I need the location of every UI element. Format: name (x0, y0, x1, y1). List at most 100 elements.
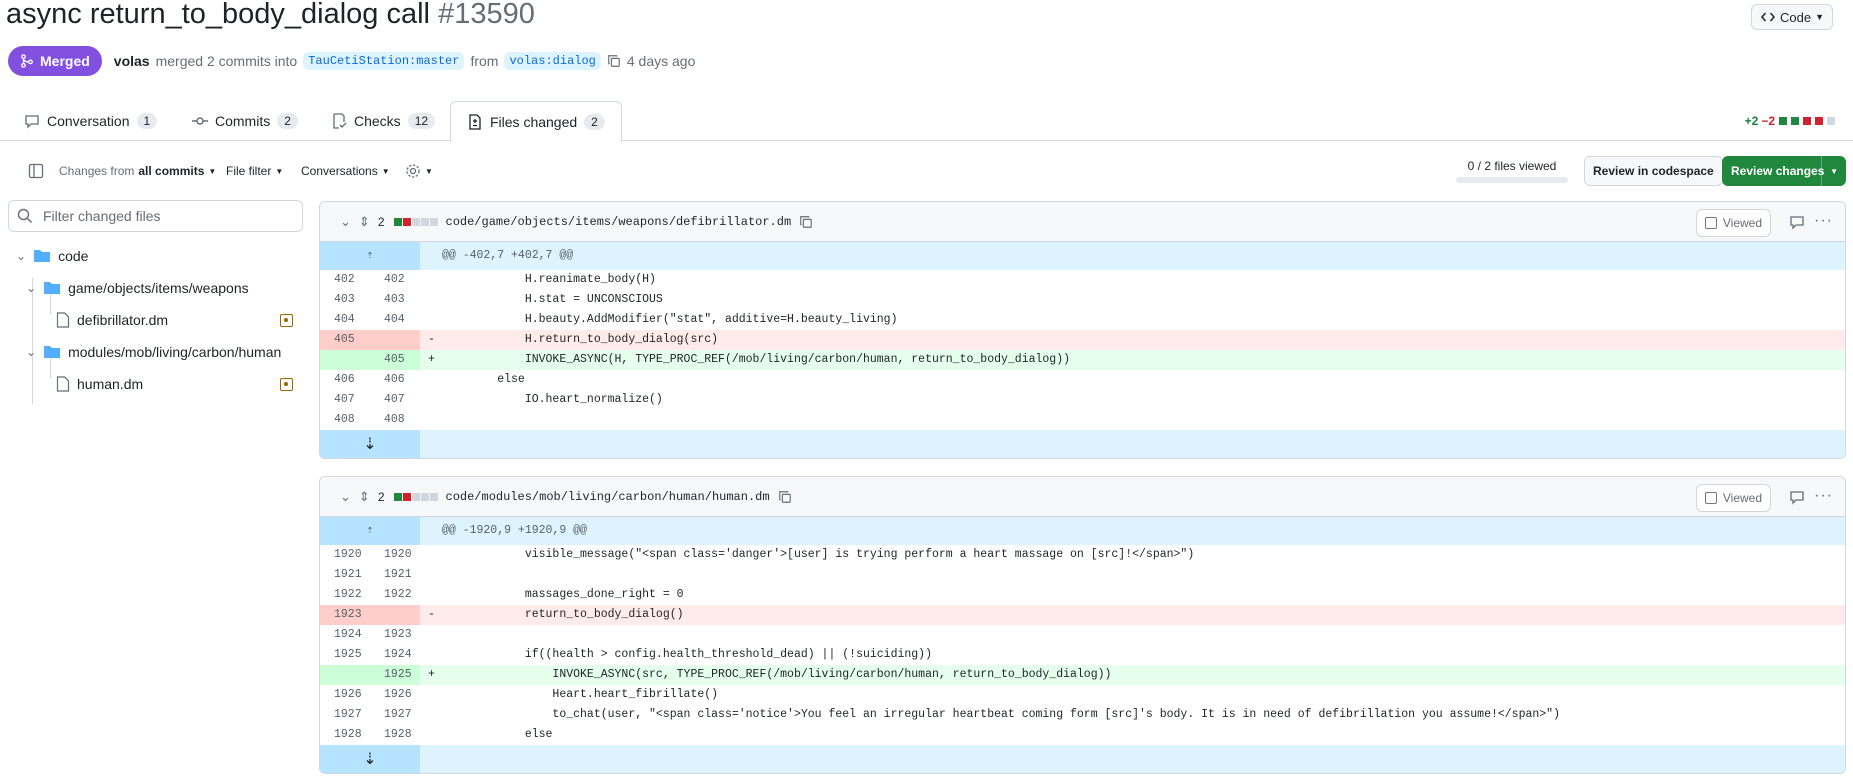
author-link[interactable]: volas (114, 53, 150, 69)
review-in-codespace-button[interactable]: Review in codespace (1584, 156, 1723, 186)
new-line-number[interactable]: 1922 (370, 585, 420, 605)
new-line-number[interactable]: 1924 (370, 645, 420, 665)
diff-sign[interactable] (420, 585, 442, 605)
expand-up-icon[interactable]: ⇡ (320, 517, 420, 545)
old-line-number[interactable]: 1927 (320, 705, 370, 725)
diff-line: 406 406 else (320, 370, 1845, 390)
code-text: return_to_body_dialog() (442, 608, 684, 621)
new-line-number[interactable]: 1920 (370, 545, 420, 565)
expand-down-icon[interactable]: ⇣ (320, 745, 420, 773)
old-line-number[interactable]: 402 (320, 270, 370, 290)
new-line-number[interactable]: 1928 (370, 725, 420, 745)
diff-sign[interactable] (420, 685, 442, 705)
copy-icon[interactable] (607, 54, 621, 68)
old-line-number[interactable]: 1926 (320, 685, 370, 705)
new-line-number[interactable]: 404 (370, 310, 420, 330)
old-line-number[interactable]: 1924 (320, 625, 370, 645)
chevron-down-icon[interactable]: ⌄ (340, 214, 351, 230)
code-button[interactable]: Code ▼ (1751, 4, 1833, 30)
expand-down-icon[interactable]: ⇣ (320, 430, 420, 458)
diff-sign[interactable] (420, 270, 442, 290)
diff-sign[interactable]: - (420, 330, 442, 350)
old-line-number[interactable]: 406 (320, 370, 370, 390)
new-line-number[interactable]: 1925 (370, 665, 420, 685)
more-options-icon[interactable]: ··· (1814, 212, 1833, 230)
new-line-number[interactable]: 1927 (370, 705, 420, 725)
old-line-number[interactable] (320, 350, 370, 370)
new-line-number[interactable]: 1923 (370, 625, 420, 645)
copy-icon[interactable] (799, 215, 813, 229)
more-options-icon[interactable]: ··· (1814, 487, 1833, 505)
deletions-count: −2 (1761, 114, 1775, 128)
tab-commits[interactable]: Commits 2 (176, 101, 314, 141)
new-line-number[interactable] (370, 330, 420, 350)
chevron-down-icon[interactable]: ▼ (1830, 167, 1838, 176)
merge-time[interactable]: 4 days ago (627, 53, 696, 69)
new-line-number[interactable]: 1921 (370, 565, 420, 585)
new-line-number[interactable]: 402 (370, 270, 420, 290)
expand-all-icon[interactable]: ⇕ (359, 214, 370, 230)
base-branch[interactable]: TauCetiStation:master (303, 52, 465, 70)
tree-folder-code[interactable]: ⌄ code (16, 243, 88, 269)
diff-sign[interactable] (420, 705, 442, 725)
comment-icon[interactable] (1789, 489, 1805, 505)
diff-sign[interactable] (420, 625, 442, 645)
tab-conversation[interactable]: Conversation 1 (8, 101, 173, 141)
old-line-number[interactable]: 1922 (320, 585, 370, 605)
conversations-dropdown[interactable]: Conversations ▼ (301, 156, 390, 186)
new-line-number[interactable]: 403 (370, 290, 420, 310)
old-line-number[interactable]: 403 (320, 290, 370, 310)
new-line-number[interactable]: 407 (370, 390, 420, 410)
new-line-number[interactable]: 405 (370, 350, 420, 370)
diff-sign[interactable] (420, 370, 442, 390)
head-branch[interactable]: volas:dialog (504, 52, 601, 70)
expand-all-icon[interactable]: ⇕ (359, 489, 370, 505)
comment-icon[interactable] (1789, 214, 1805, 230)
copy-icon[interactable] (778, 490, 792, 504)
new-line-number[interactable]: 406 (370, 370, 420, 390)
tree-file-defibrillator[interactable]: defibrillator.dm (56, 307, 168, 333)
tree-file-human[interactable]: human.dm (56, 371, 143, 397)
diff-sign[interactable]: - (420, 605, 442, 625)
old-line-number[interactable]: 404 (320, 310, 370, 330)
expand-up-icon[interactable]: ⇡ (320, 242, 420, 270)
gear-icon (406, 164, 420, 178)
old-line-number[interactable]: 1928 (320, 725, 370, 745)
old-line-number[interactable]: 407 (320, 390, 370, 410)
old-line-number[interactable]: 1925 (320, 645, 370, 665)
chevron-down-icon[interactable]: ⌄ (340, 489, 351, 505)
new-line-number[interactable]: 408 (370, 410, 420, 430)
tab-files-changed[interactable]: Files changed 2 (450, 101, 622, 142)
old-line-number[interactable]: 1923 (320, 605, 370, 625)
diff-sign[interactable] (420, 645, 442, 665)
file-path[interactable]: code/game/objects/items/weapons/defibril… (446, 215, 792, 229)
diff-sign[interactable] (420, 565, 442, 585)
diff-sign[interactable]: + (420, 665, 442, 685)
viewed-checkbox[interactable]: Viewed (1695, 209, 1771, 237)
old-line-number[interactable]: 1920 (320, 545, 370, 565)
diff-sign[interactable]: + (420, 350, 442, 370)
tree-folder-weapons[interactable]: ⌄ game/objects/items/weapons (26, 275, 249, 301)
file-path[interactable]: code/modules/mob/living/carbon/human/hum… (446, 490, 770, 504)
diff-settings-button[interactable]: ▼ (405, 156, 433, 186)
review-changes-button[interactable]: Review changes ▼ (1722, 156, 1846, 186)
file-filter-dropdown[interactable]: File filter ▼ (226, 156, 283, 186)
tree-folder-human[interactable]: ⌄ modules/mob/living/carbon/human (26, 339, 281, 365)
new-line-number[interactable]: 1926 (370, 685, 420, 705)
old-line-number[interactable]: 405 (320, 330, 370, 350)
filter-files-input[interactable] (41, 207, 291, 225)
changes-from-dropdown[interactable]: Changes from all commits ▼ (59, 156, 216, 186)
tab-checks[interactable]: Checks 12 (315, 101, 451, 141)
toggle-file-tree-button[interactable] (28, 156, 44, 186)
diff-sign[interactable] (420, 310, 442, 330)
diff-sign[interactable] (420, 410, 442, 430)
diff-sign[interactable] (420, 290, 442, 310)
diff-sign[interactable] (420, 390, 442, 410)
viewed-checkbox[interactable]: Viewed (1695, 484, 1771, 512)
diff-sign[interactable] (420, 725, 442, 745)
old-line-number[interactable]: 408 (320, 410, 370, 430)
old-line-number[interactable]: 1921 (320, 565, 370, 585)
new-line-number[interactable] (370, 605, 420, 625)
diff-sign[interactable] (420, 545, 442, 565)
old-line-number[interactable] (320, 665, 370, 685)
